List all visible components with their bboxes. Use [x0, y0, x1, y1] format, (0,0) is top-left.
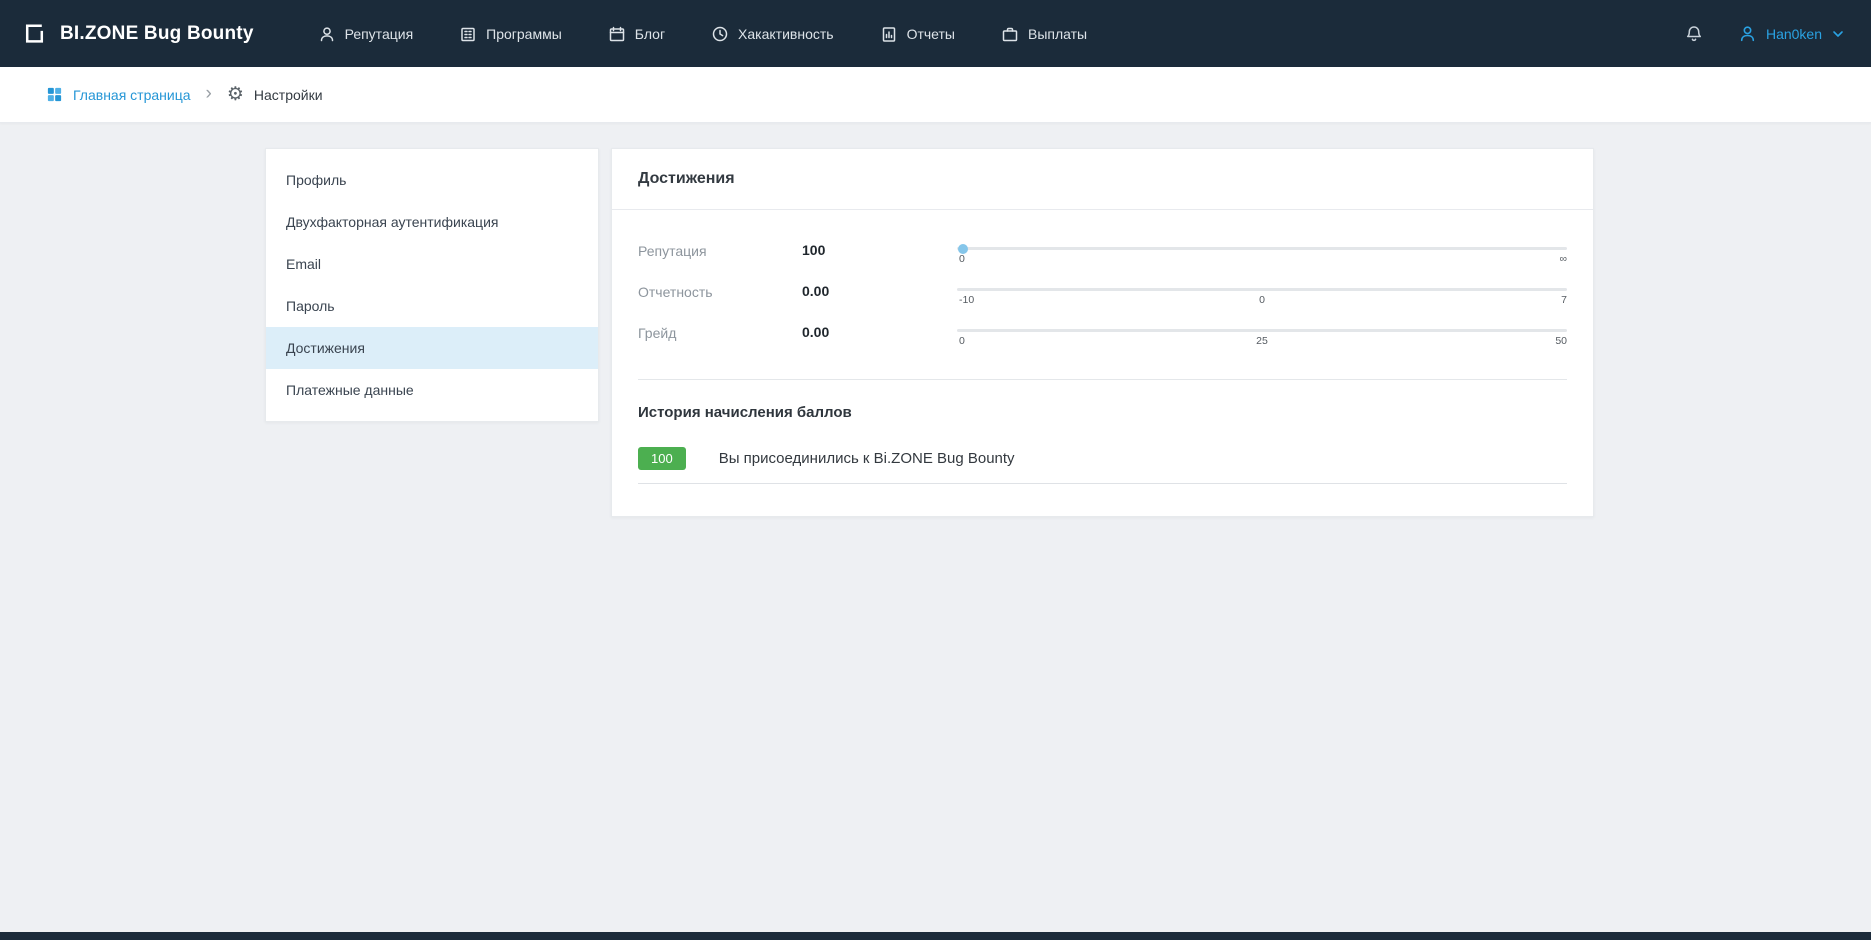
metric-label: Грейд	[638, 322, 802, 341]
points-badge: 100	[638, 447, 686, 470]
slider-scale: 0 ∞	[957, 253, 1567, 268]
notifications-button[interactable]	[1684, 24, 1704, 44]
brand-logo[interactable]: BI.ZONE Bug Bounty	[22, 21, 254, 46]
metric-label: Репутация	[638, 240, 802, 259]
nav-item-blog[interactable]: Блог	[608, 25, 665, 43]
footer	[0, 932, 1871, 940]
breadcrumb-home-label: Главная страница	[73, 87, 191, 103]
scale-max-label: 50	[1555, 335, 1567, 347]
breadcrumb-current: ⚙ Настройки	[227, 85, 323, 104]
reputation-slider: 0 ∞	[957, 240, 1567, 268]
slider-scale: -10 0 7	[957, 294, 1567, 309]
brand-title: BI.ZONE Bug Bounty	[60, 23, 254, 45]
achievements-title: Достижения	[612, 149, 1593, 210]
grade-slider: 0 25 50	[957, 322, 1567, 350]
navbar-right: Han0ken	[1684, 24, 1845, 44]
scale-min-label: -10	[959, 294, 974, 306]
sidebar-item-email[interactable]: Email	[266, 243, 598, 285]
history-entry-text: Вы присоединились к Bi.ZONE Bug Bounty	[719, 450, 1015, 467]
nav-item-label: Программы	[486, 26, 562, 42]
metric-row-reputation: Репутация 100 0 ∞	[638, 240, 1567, 268]
points-history-title: История начисления баллов	[638, 404, 1567, 421]
metric-value: 100	[802, 240, 957, 258]
metrics-section: Репутация 100 0 ∞ Отчетность	[638, 210, 1567, 380]
slider-handle	[958, 244, 968, 254]
scale-mid-label: 0	[1259, 294, 1265, 306]
nav-item-label: Репутация	[345, 26, 414, 42]
reputation-icon	[318, 25, 336, 43]
gear-icon: ⚙	[227, 85, 244, 104]
hackactivity-icon	[711, 25, 729, 43]
nav-item-payments[interactable]: Выплаты	[1001, 25, 1087, 43]
bell-icon	[1684, 24, 1704, 44]
achievements-card: Достижения Репутация 100 0 ∞	[611, 148, 1594, 517]
home-grid-icon	[46, 86, 63, 103]
nav-item-hackactivity[interactable]: Хакактивность	[711, 25, 834, 43]
nav-item-programs[interactable]: Программы	[459, 25, 562, 43]
payments-icon	[1001, 25, 1019, 43]
slider-track	[957, 329, 1567, 332]
breadcrumb-separator-icon: ›	[204, 84, 214, 106]
history-entry: 100 Вы присоединились к Bi.ZONE Bug Boun…	[638, 447, 1567, 484]
metric-value: 0.00	[802, 322, 957, 340]
slider-track	[957, 288, 1567, 291]
chevron-down-icon	[1831, 27, 1845, 41]
user-icon	[1738, 24, 1757, 43]
slider-scale: 0 25 50	[957, 335, 1567, 350]
main-nav: Репутация Программы Блог	[318, 25, 1088, 43]
programs-icon	[459, 25, 477, 43]
sidebar-item-password[interactable]: Пароль	[266, 285, 598, 327]
breadcrumb-home-link[interactable]: Главная страница	[46, 86, 191, 103]
nav-item-label: Хакактивность	[738, 26, 834, 42]
breadcrumb: Главная страница › ⚙ Настройки	[0, 67, 1871, 123]
metric-value: 0.00	[802, 281, 957, 299]
scale-max-label: ∞	[1560, 253, 1568, 265]
metric-row-grade: Грейд 0.00 0 25 50	[638, 322, 1567, 350]
settings-sidebar: Профиль Двухфакторная аутентификация Ema…	[265, 148, 599, 422]
blog-icon	[608, 25, 626, 43]
top-navbar: BI.ZONE Bug Bounty Репутация Программы	[0, 0, 1871, 67]
nav-item-label: Отчеты	[907, 26, 955, 42]
metric-label: Отчетность	[638, 281, 802, 300]
reporting-slider: -10 0 7	[957, 281, 1567, 309]
reports-icon	[880, 25, 898, 43]
points-history-section: История начисления баллов 100 Вы присоед…	[638, 380, 1567, 512]
breadcrumb-current-label: Настройки	[254, 87, 323, 103]
main-content: Профиль Двухфакторная аутентификация Ema…	[0, 123, 1871, 517]
sidebar-item-2fa[interactable]: Двухфакторная аутентификация	[266, 201, 598, 243]
scale-mid-label: 25	[1256, 335, 1268, 347]
slider-track	[957, 247, 1567, 250]
sidebar-item-achievements[interactable]: Достижения	[266, 327, 598, 369]
nav-item-label: Блог	[635, 26, 665, 42]
nav-item-label: Выплаты	[1028, 26, 1087, 42]
sidebar-item-payment-data[interactable]: Платежные данные	[266, 369, 598, 411]
user-menu[interactable]: Han0ken	[1738, 24, 1845, 43]
scale-min-label: 0	[959, 253, 965, 265]
scale-min-label: 0	[959, 335, 965, 347]
user-name: Han0ken	[1766, 26, 1822, 42]
nav-item-reputation[interactable]: Репутация	[318, 25, 414, 43]
nav-item-reports[interactable]: Отчеты	[880, 25, 955, 43]
sidebar-item-profile[interactable]: Профиль	[266, 159, 598, 201]
metric-row-reporting: Отчетность 0.00 -10 0 7	[638, 281, 1567, 309]
scale-max-label: 7	[1561, 294, 1567, 306]
bizone-logo-icon	[22, 21, 47, 46]
